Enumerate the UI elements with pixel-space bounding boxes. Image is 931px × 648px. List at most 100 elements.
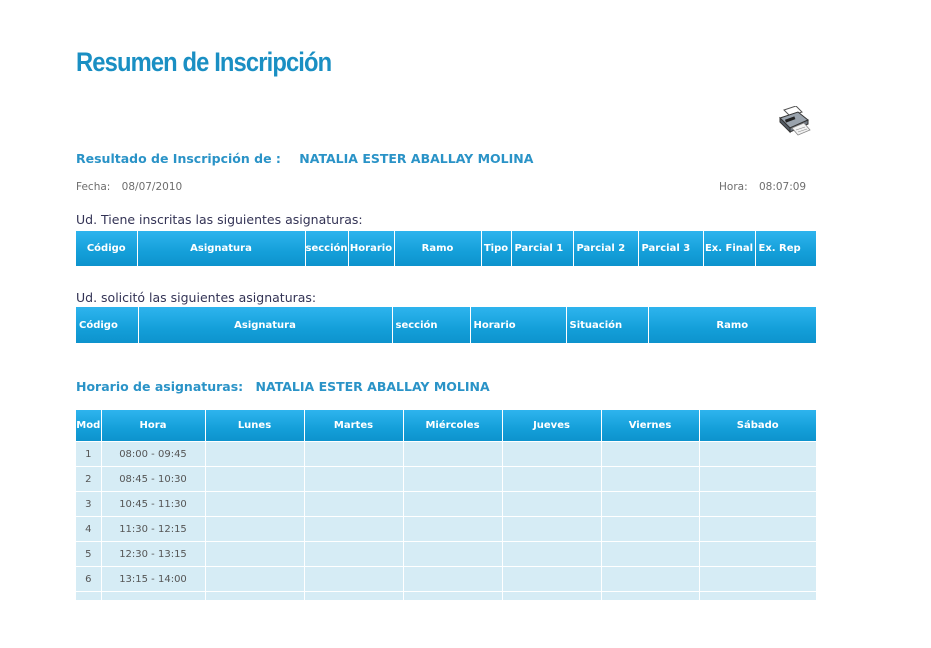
requested-heading: Ud. solicitó las siguientes asignaturas: [76, 290, 317, 305]
schedule-hora: 12:30 - 13:15 [100, 541, 205, 567]
schedule-cell-martes [303, 541, 403, 567]
col-codigo: Código [76, 307, 138, 343]
col-parcial-3: Parcial 3 [637, 231, 703, 266]
date-value: 08/07/2010 [121, 181, 183, 193]
schedule-mod: 6 [76, 566, 101, 592]
schedule-cell-miercoles [402, 491, 502, 517]
schedule-container: Mod Hora Lunes Martes Miércoles Jueves V… [76, 410, 816, 600]
schedule-cell-sabado [698, 466, 816, 492]
schedule-cell-sabado [698, 566, 816, 592]
result-heading: Resultado de Inscripción de : NATALIA ES… [76, 151, 533, 166]
col-asignatura: Asignatura [136, 231, 305, 266]
result-label: Resultado de Inscripción de : [76, 151, 281, 166]
schedule-hora: 08:45 - 10:30 [100, 466, 205, 492]
schedule-cell-sabado [698, 491, 816, 517]
schedule-label: Horario de asignaturas: [76, 379, 244, 394]
schedule-cell-viernes [600, 491, 699, 517]
col-sabado: Sábado [698, 410, 816, 442]
time-label: Hora: [719, 181, 748, 193]
date-row: Fecha: 08/07/2010 [76, 181, 182, 193]
schedule-mod: 3 [76, 491, 101, 517]
schedule-cell-miercoles [402, 541, 502, 567]
printer-icon [779, 105, 811, 136]
schedule-cell-miercoles [402, 441, 502, 467]
schedule-cell-lunes [204, 541, 304, 567]
schedule-cell-sabado [698, 541, 816, 567]
schedule-cell-sabado [698, 516, 816, 542]
col-seccion: sección [391, 307, 470, 343]
schedule-row: 6 13:15 - 14:00 [76, 566, 816, 592]
col-mod: Mod [76, 410, 101, 442]
schedule-hora [100, 591, 205, 600]
schedule-cell-sabado [698, 441, 816, 467]
schedule-cell-viernes [600, 566, 699, 592]
schedule-row: 1 08:00 - 09:45 [76, 441, 816, 467]
schedule-heading: Horario de asignaturas: NATALIA ESTER AB… [76, 379, 490, 394]
schedule-cell-jueves [501, 541, 601, 567]
page-title: Resumen de Inscripción [76, 47, 332, 77]
schedule-row: 5 12:30 - 13:15 [76, 541, 816, 567]
time-value: 08:07:09 [758, 181, 807, 193]
schedule-cell-miercoles [402, 591, 502, 600]
col-situacion: Situación [565, 307, 648, 343]
schedule-hora: 13:15 - 14:00 [100, 566, 205, 592]
student-name: NATALIA ESTER ABALLAY MOLINA [299, 151, 534, 166]
date-label: Fecha: [76, 181, 111, 193]
schedule-cell-martes [303, 491, 403, 517]
schedule-cell-viernes [600, 541, 699, 567]
col-ramo: Ramo [393, 231, 481, 266]
schedule-cell-viernes [600, 466, 699, 492]
requested-table: Código Asignatura sección Horario Situac… [76, 307, 816, 343]
schedule-cell-miercoles [402, 516, 502, 542]
col-martes: Martes [303, 410, 403, 442]
enrolled-table: Código Asignatura sección Horario Ramo T… [76, 231, 816, 266]
schedule-cell-martes [303, 566, 403, 592]
col-miercoles: Miércoles [402, 410, 502, 442]
col-tipo: Tipo [480, 231, 511, 266]
time-row: Hora: 08:07:09 [719, 181, 806, 193]
schedule-body: 1 08:00 - 09:45 2 08:45 - 10:30 3 10:45 - 11:… [76, 441, 816, 600]
schedule-cell-jueves [501, 566, 601, 592]
schedule-cell-martes [303, 466, 403, 492]
schedule-cell-viernes [600, 591, 699, 600]
schedule-row: 2 08:45 - 10:30 [76, 466, 816, 492]
schedule-cell-jueves [501, 466, 601, 492]
col-asignatura: Asignatura [137, 307, 392, 343]
schedule-cell-miercoles [402, 466, 502, 492]
schedule-cell-jueves [501, 491, 601, 517]
schedule-cell-martes [303, 441, 403, 467]
schedule-cell-lunes [204, 466, 304, 492]
schedule-table: Mod Hora Lunes Martes Miércoles Jueves V… [76, 410, 816, 600]
col-jueves: Jueves [501, 410, 601, 442]
schedule-cell-lunes [204, 591, 304, 600]
col-codigo: Código [76, 231, 137, 266]
schedule-mod: 2 [76, 466, 101, 492]
schedule-cell-martes [303, 516, 403, 542]
schedule-cell-lunes [204, 516, 304, 542]
schedule-cell-sabado [698, 591, 816, 600]
schedule-hora: 11:30 - 12:15 [100, 516, 205, 542]
schedule-cell-martes [303, 591, 403, 600]
schedule-cell-lunes [204, 566, 304, 592]
schedule-mod [76, 591, 101, 600]
schedule-hora: 08:00 - 09:45 [100, 441, 205, 467]
col-parcial-1: Parcial 1 [510, 231, 573, 266]
col-ramo: Ramo [647, 307, 816, 343]
schedule-cell-miercoles [402, 566, 502, 592]
col-ex-rep: Ex. Rep [754, 231, 816, 266]
col-viernes: Viernes [600, 410, 699, 442]
schedule-cell-jueves [501, 441, 601, 467]
col-parcial-2: Parcial 2 [572, 231, 638, 266]
col-seccion: sección [304, 231, 348, 266]
col-lunes: Lunes [204, 410, 304, 442]
schedule-row: 3 10:45 - 11:30 [76, 491, 816, 517]
schedule-cell-lunes [204, 441, 304, 467]
schedule-mod: 5 [76, 541, 101, 567]
schedule-row [76, 591, 816, 600]
col-horario: Horario [347, 231, 394, 266]
schedule-cell-lunes [204, 491, 304, 517]
schedule-hora: 10:45 - 11:30 [100, 491, 205, 517]
schedule-student-name: NATALIA ESTER ABALLAY MOLINA [255, 379, 490, 394]
print-button[interactable] [776, 105, 812, 136]
col-horario: Horario [469, 307, 566, 343]
